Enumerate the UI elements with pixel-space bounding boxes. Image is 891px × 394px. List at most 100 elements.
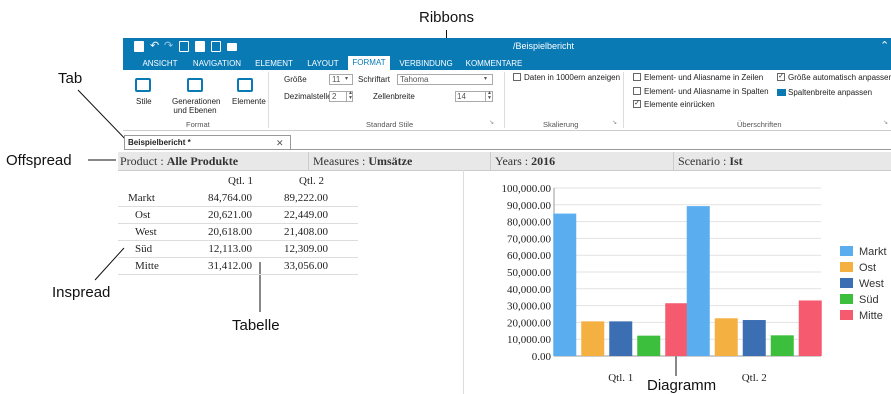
- cell-width-spin-icon[interactable]: ▲ ▼: [485, 91, 493, 102]
- grid-cell[interactable]: 12,309.00: [256, 243, 328, 255]
- size-select[interactable]: 11: [329, 74, 353, 85]
- legend-swatch: [840, 278, 853, 288]
- y-tick-label: 70,000.00: [507, 233, 552, 245]
- grid-cell[interactable]: 89,222.00: [256, 192, 328, 204]
- grid-cell[interactable]: 12,113.00: [180, 243, 252, 255]
- document-tab[interactable]: Beispielbericht * ✕: [124, 135, 291, 150]
- bar: [686, 206, 710, 356]
- legend-label: Markt: [859, 246, 887, 258]
- dialog-launcher-icon[interactable]: ↘: [489, 119, 494, 126]
- document-icon[interactable]: [211, 41, 221, 52]
- tab-layout[interactable]: LAYOUT: [305, 57, 341, 70]
- tab-navigation[interactable]: NAVIGATION: [191, 57, 243, 70]
- scaling-checkbox[interactable]: [513, 73, 521, 81]
- pov-product[interactable]: Product : Alle Produkte: [120, 154, 238, 169]
- auto-size-label: Größe automatisch anpassen: [788, 73, 891, 82]
- font-select[interactable]: Tahoma: [397, 74, 493, 85]
- button-stile[interactable]: Stile: [136, 97, 152, 106]
- names-in-rows-label: Element- und Aliasname in Zeilen: [644, 73, 764, 82]
- ribbon-format: Stile Generationen und Ebenen Elemente F…: [123, 70, 891, 131]
- y-tick-label: 60,000.00: [507, 250, 552, 262]
- decimals-spin-icon[interactable]: ▲ ▼: [346, 91, 354, 102]
- tab-ansicht[interactable]: ANSICHT: [140, 57, 180, 70]
- annotation-offspread: Offspread: [6, 152, 72, 169]
- scaling-label: Daten in 1000ern anzeigen: [524, 73, 621, 82]
- font-dropdown-icon[interactable]: ▾: [484, 75, 487, 82]
- elements-icon[interactable]: [237, 78, 253, 92]
- y-tick-label: 0.00: [532, 351, 552, 363]
- new-document-icon[interactable]: [179, 41, 189, 52]
- row-header[interactable]: Ost: [135, 209, 150, 221]
- column-width-icon[interactable]: [777, 89, 786, 96]
- button-generationen[interactable]: Generationen und Ebenen: [172, 97, 220, 115]
- tab-verbindung[interactable]: VERBINDUNG: [399, 57, 453, 70]
- styles-icon[interactable]: [135, 78, 151, 92]
- row-divider: [118, 240, 358, 241]
- column-header[interactable]: Qtl. 2: [299, 175, 324, 187]
- tab-format[interactable]: FORMAT: [348, 56, 390, 71]
- button-elemente[interactable]: Elemente: [232, 97, 266, 106]
- y-tick-label: 80,000.00: [507, 217, 552, 229]
- grid-cell[interactable]: 31,412.00: [180, 260, 252, 272]
- column-header[interactable]: Qtl. 1: [228, 175, 253, 187]
- bar: [770, 335, 794, 356]
- bar: [798, 300, 822, 356]
- grid-cell[interactable]: 22,449.00: [256, 209, 328, 221]
- row-header[interactable]: West: [135, 226, 157, 238]
- pov-member: 2016: [531, 154, 556, 168]
- window-title: /Beispielbericht: [513, 41, 575, 51]
- y-tick-label: 40,000.00: [507, 284, 552, 296]
- legend-label: Mitte: [859, 310, 883, 322]
- cell-width-value: 14: [457, 92, 466, 101]
- print-icon[interactable]: [195, 41, 205, 52]
- pov-scenario[interactable]: Scenario : Ist: [678, 154, 743, 169]
- group-separator: [268, 72, 269, 128]
- bar: [742, 320, 766, 356]
- redo-icon[interactable]: ↷: [164, 39, 173, 52]
- generations-icon[interactable]: [187, 78, 203, 92]
- save-icon[interactable]: [134, 41, 144, 52]
- tab-divider: [124, 149, 891, 150]
- grid-cell[interactable]: 33,056.00: [256, 260, 328, 272]
- pov-member: Alle Produkte: [166, 154, 239, 168]
- size-dropdown-icon[interactable]: ▾: [345, 75, 348, 82]
- auto-size-checkbox[interactable]: ✓: [777, 73, 785, 81]
- grid-cell[interactable]: 20,618.00: [180, 226, 252, 238]
- bar: [714, 318, 738, 356]
- names-in-columns-label: Element- und Aliasname in Spalten: [644, 87, 769, 96]
- annotation-inspread: Inspread: [52, 284, 111, 301]
- collapse-ribbon-icon[interactable]: ⌃: [880, 39, 889, 52]
- legend-label: West: [859, 278, 884, 290]
- row-header[interactable]: Markt: [128, 192, 155, 204]
- tab-element[interactable]: ELEMENT: [254, 57, 294, 70]
- dialog-launcher-icon[interactable]: ↘: [883, 119, 888, 126]
- pov-member: Umsätze: [368, 154, 413, 168]
- legend-swatch: [840, 294, 853, 304]
- names-in-columns-checkbox[interactable]: [633, 87, 641, 95]
- row-header[interactable]: Mitte: [135, 260, 159, 272]
- indent-elements-checkbox[interactable]: ✓: [633, 100, 641, 108]
- bar: [665, 303, 689, 356]
- pov-years[interactable]: Years : 2016: [495, 154, 555, 169]
- undo-icon[interactable]: ↶: [150, 39, 159, 52]
- y-tick-label: 50,000.00: [507, 267, 552, 279]
- grid-cell[interactable]: 20,621.00: [180, 209, 252, 221]
- tab-kommentare[interactable]: KOMMENTARE: [463, 57, 525, 70]
- close-tab-icon[interactable]: ✕: [276, 136, 284, 150]
- y-tick-label: 90,000.00: [507, 200, 552, 212]
- y-tick-label: 20,000.00: [507, 317, 552, 329]
- title-bar: ↶ ↷ /Beispielbericht ⌃: [123, 38, 891, 56]
- names-in-rows-checkbox[interactable]: [633, 73, 641, 81]
- document-tab-label: Beispielbericht *: [128, 138, 191, 147]
- pov-dim: Scenario: [678, 154, 720, 168]
- grid-cell[interactable]: 84,764.00: [180, 192, 252, 204]
- grid-cell[interactable]: 21,408.00: [256, 226, 328, 238]
- legend-label: Ost: [859, 262, 876, 274]
- dialog-launcher-icon[interactable]: ↘: [612, 119, 617, 126]
- pov-dim: Product: [120, 154, 158, 168]
- pov-measures[interactable]: Measures : Umsätze: [313, 154, 412, 169]
- row-header[interactable]: Süd: [135, 243, 152, 255]
- mail-icon[interactable]: [227, 43, 237, 51]
- group-separator: [623, 72, 624, 128]
- pov-separator: [490, 152, 491, 170]
